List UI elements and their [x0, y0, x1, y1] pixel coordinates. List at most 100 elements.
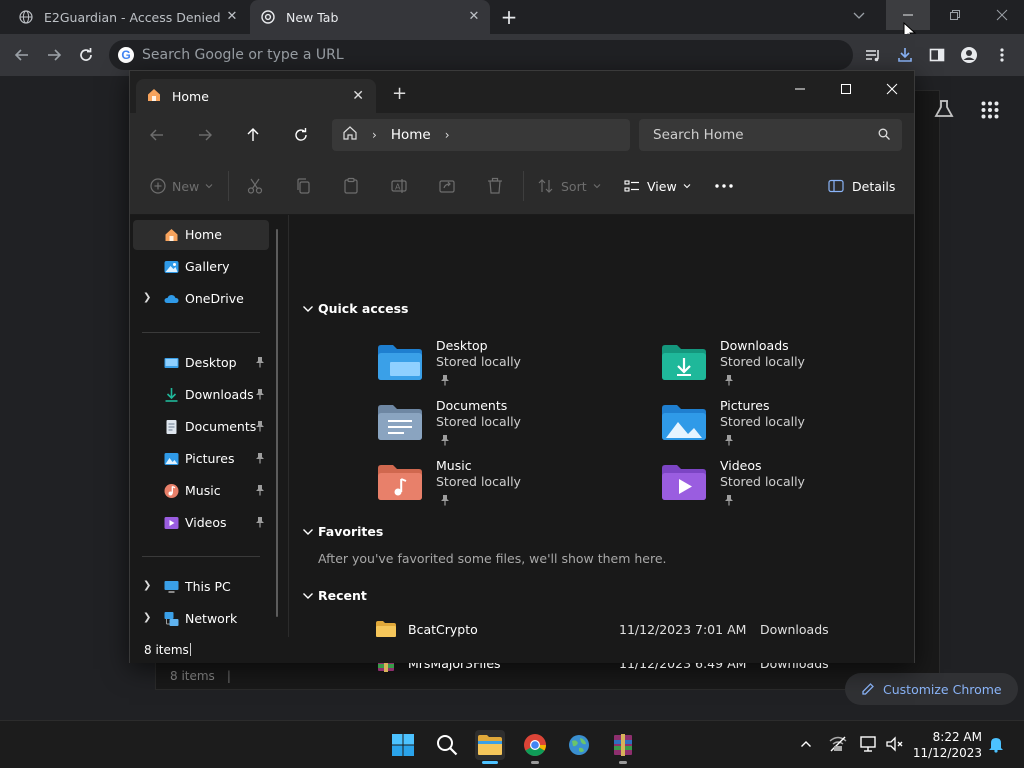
up-button[interactable] [242, 124, 264, 146]
share-icon[interactable] [438, 175, 456, 197]
chevron-right-icon[interactable]: ❯ [143, 580, 151, 591]
chevron-right-icon[interactable]: › [445, 128, 450, 142]
labs-flask-icon[interactable] [934, 99, 954, 119]
sidebar-item-onedrive[interactable]: ❯ OneDrive [133, 284, 269, 314]
sidebar-item-music[interactable]: Music [133, 476, 269, 506]
show-hidden-icons-button[interactable] [795, 733, 817, 755]
start-button[interactable] [388, 730, 418, 760]
search-box[interactable] [639, 119, 902, 151]
volume-muted-icon[interactable] [884, 733, 906, 755]
quick-access-documents[interactable]: Documents Stored locally [378, 396, 638, 452]
sidebar-item-pictures[interactable]: Pictures [133, 444, 269, 474]
address-bar[interactable]: › Home › [332, 119, 630, 151]
ethernet-icon[interactable] [858, 733, 880, 755]
quick-access-header[interactable]: Quick access [303, 301, 409, 316]
sidebar-item-downloads[interactable]: Downloads [133, 380, 269, 410]
rename-icon[interactable]: A [390, 175, 408, 197]
search-button[interactable] [432, 730, 462, 760]
quick-access-desktop[interactable]: Desktop Stored locally [378, 336, 638, 392]
sidebar-item-this-pc[interactable]: ❯ This PC [133, 572, 269, 602]
refresh-button[interactable] [290, 124, 312, 146]
sidebar-item-network[interactable]: ❯ Network [133, 604, 269, 634]
download-icon[interactable] [893, 43, 917, 67]
paste-icon[interactable] [342, 175, 360, 197]
explorer-tab-home[interactable]: Home ✕ [136, 79, 376, 113]
chevron-right-icon[interactable]: ❯ [143, 612, 151, 623]
system-clock[interactable]: 8:22 AM 11/12/2023 [912, 729, 982, 761]
favorites-empty-text: After you've favorited some files, we'll… [318, 551, 667, 566]
add-tab-button[interactable]: + [392, 83, 407, 104]
sidebar-item-home[interactable]: Home [133, 220, 269, 250]
close-window-button[interactable] [980, 0, 1024, 30]
home-icon [342, 125, 358, 145]
profile-avatar-icon[interactable] [957, 43, 981, 67]
pin-icon[interactable] [255, 420, 265, 435]
quick-access-downloads[interactable]: Downloads Stored locally [662, 336, 922, 392]
pin-icon[interactable] [724, 434, 734, 449]
close-tab-icon[interactable]: ✕ [352, 88, 364, 104]
forward-button[interactable] [42, 43, 66, 67]
pin-icon[interactable] [255, 452, 265, 467]
pin-icon[interactable] [255, 388, 265, 403]
sort-button[interactable]: Sort [538, 175, 602, 197]
omnibox[interactable]: G [109, 40, 853, 70]
taskbar-file-explorer[interactable] [475, 730, 505, 764]
side-panel-icon[interactable] [925, 43, 949, 67]
pin-icon[interactable] [255, 484, 265, 499]
close-tab-icon[interactable]: ✕ [466, 9, 482, 25]
pin-icon[interactable] [255, 516, 265, 531]
media-queue-icon[interactable] [861, 43, 885, 67]
google-apps-icon[interactable] [981, 101, 999, 119]
sidebar-item-desktop[interactable]: Desktop [133, 348, 269, 378]
recent-header[interactable]: Recent [303, 588, 367, 603]
taskbar-chrome[interactable] [520, 730, 550, 764]
view-button[interactable]: View [624, 175, 692, 197]
quick-access-videos[interactable]: Videos Stored locally [662, 456, 922, 512]
quick-access-pictures[interactable]: Pictures Stored locally [662, 396, 922, 452]
pin-icon[interactable] [724, 494, 734, 509]
sidebar-item-gallery[interactable]: Gallery [133, 252, 269, 282]
sidebar-item-documents[interactable]: Documents [133, 412, 269, 442]
chevron-right-icon[interactable]: ❯ [143, 292, 151, 303]
delete-icon[interactable] [486, 175, 504, 197]
back-button[interactable] [10, 43, 34, 67]
pin-icon[interactable] [440, 434, 450, 449]
chrome-tab-new-tab[interactable]: New Tab ✕ [250, 0, 490, 34]
copy-icon[interactable] [294, 175, 312, 197]
new-tab-button[interactable]: + [499, 7, 519, 27]
new-button[interactable]: New [150, 175, 214, 197]
pin-icon[interactable] [440, 494, 450, 509]
clock-time: 8:22 AM [932, 730, 982, 744]
cut-icon[interactable] [246, 175, 264, 197]
chrome-tab-e2guardian[interactable]: E2Guardian - Access Denied ✕ [8, 0, 248, 34]
taskbar-winrar[interactable] [608, 730, 638, 764]
details-button[interactable]: Details [828, 175, 895, 197]
explorer-close-button[interactable] [869, 75, 915, 103]
taskbar: 8:22 AM 11/12/2023 [0, 720, 1024, 768]
more-options-icon[interactable] [714, 175, 734, 197]
restore-button[interactable] [933, 0, 977, 30]
pin-icon[interactable] [440, 374, 450, 389]
notifications-bell-icon[interactable] [985, 733, 1007, 755]
pin-icon[interactable] [255, 356, 265, 371]
search-input[interactable] [653, 125, 863, 145]
sidebar-item-videos[interactable]: Videos [133, 508, 269, 538]
forward-button[interactable] [194, 124, 216, 146]
sidebar-scrollbar[interactable] [276, 229, 278, 617]
quick-access-music[interactable]: Music Stored locally [378, 456, 638, 512]
no-internet-icon[interactable] [827, 733, 849, 755]
omnibox-input[interactable] [142, 45, 782, 65]
pin-icon[interactable] [724, 374, 734, 389]
close-tab-icon[interactable]: ✕ [224, 9, 240, 25]
chevron-down-icon[interactable] [852, 8, 872, 26]
back-button[interactable] [146, 124, 168, 146]
taskbar-network-app[interactable] [564, 730, 594, 760]
pane-divider[interactable] [288, 215, 289, 637]
explorer-minimize-button[interactable] [777, 75, 823, 103]
more-menu-icon[interactable] [990, 43, 1014, 67]
explorer-maximize-button[interactable] [823, 75, 869, 103]
clock-date: 11/12/2023 [912, 746, 982, 760]
favorites-header[interactable]: Favorites [303, 524, 383, 539]
reload-button[interactable] [74, 43, 98, 67]
address-location[interactable]: Home [391, 127, 431, 143]
